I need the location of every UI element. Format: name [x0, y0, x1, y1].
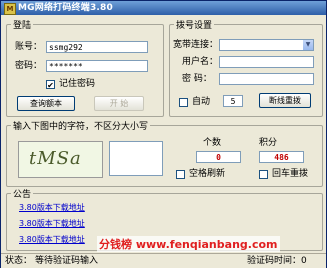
dialup-legend: 拨号设置: [176, 21, 213, 31]
account-input[interactable]: ssmg292: [46, 41, 148, 53]
status-bar: 状态： 等待验证码输入 验证码时间：0: [1, 253, 326, 268]
announcement-legend: 公告: [13, 190, 32, 200]
download-link[interactable]: 3.80版本下载地址: [19, 202, 85, 213]
remember-password-label: 记住密码: [59, 79, 96, 89]
username-input[interactable]: [219, 56, 314, 68]
status-right-text: 验证码时间：0: [247, 256, 307, 266]
captcha-image: tMSa: [18, 141, 103, 178]
login-legend: 登陆: [13, 21, 32, 31]
auto-label: 自动: [192, 97, 211, 107]
start-button[interactable]: 开 始: [94, 96, 144, 111]
password-label: 密码：: [15, 61, 43, 71]
dial-password-label: 密 码：: [182, 74, 212, 84]
wideband-label: 宽带连接：: [173, 40, 219, 50]
score-value: 486: [259, 151, 304, 163]
password-input[interactable]: *******: [46, 60, 148, 72]
enter-redial-label: 回车重拨: [272, 169, 309, 179]
app-icon: M: [4, 3, 16, 15]
space-refresh-checkbox[interactable]: [176, 170, 185, 179]
count-label: 个数: [203, 138, 222, 148]
space-refresh-label: 空格刷新: [189, 169, 226, 179]
auto-checkbox[interactable]: [179, 98, 188, 107]
username-label: 用户名：: [182, 57, 219, 67]
query-button[interactable]: 查询额本: [17, 96, 75, 111]
reconnect-button[interactable]: 断线重拨: [259, 93, 311, 108]
enter-redial-checkbox[interactable]: [259, 170, 268, 179]
status-text: 等待验证码输入: [35, 256, 99, 266]
status-label: 状态：: [5, 256, 33, 266]
watermark: 分钱榜 www.fenqianbang.com: [97, 236, 280, 252]
account-label: 账号：: [15, 42, 43, 52]
wideband-select[interactable]: ▼: [219, 39, 314, 51]
title-bar[interactable]: M MG网络打码终端3.80: [1, 1, 326, 15]
app-window: M MG网络打码终端3.80 登陆 账号： ssmg292 密码： ******…: [0, 0, 327, 268]
download-link[interactable]: 3.80版本下载地址: [19, 234, 85, 245]
chevron-down-icon[interactable]: ▼: [303, 40, 313, 50]
score-label: 积分: [259, 138, 278, 148]
auto-interval-input[interactable]: 5: [223, 95, 243, 107]
captcha-text: tMSa: [29, 148, 82, 169]
remember-password-checkbox[interactable]: ✔: [46, 80, 55, 90]
count-value: 0: [196, 151, 241, 163]
window-title: MG网络打码终端3.80: [18, 3, 113, 13]
download-link[interactable]: 3.80版本下载地址: [19, 218, 85, 229]
captcha-input[interactable]: [109, 141, 163, 176]
dial-password-input[interactable]: [219, 73, 314, 85]
captcha-legend: 输入下图中的字符，不区分大小写: [13, 122, 149, 132]
